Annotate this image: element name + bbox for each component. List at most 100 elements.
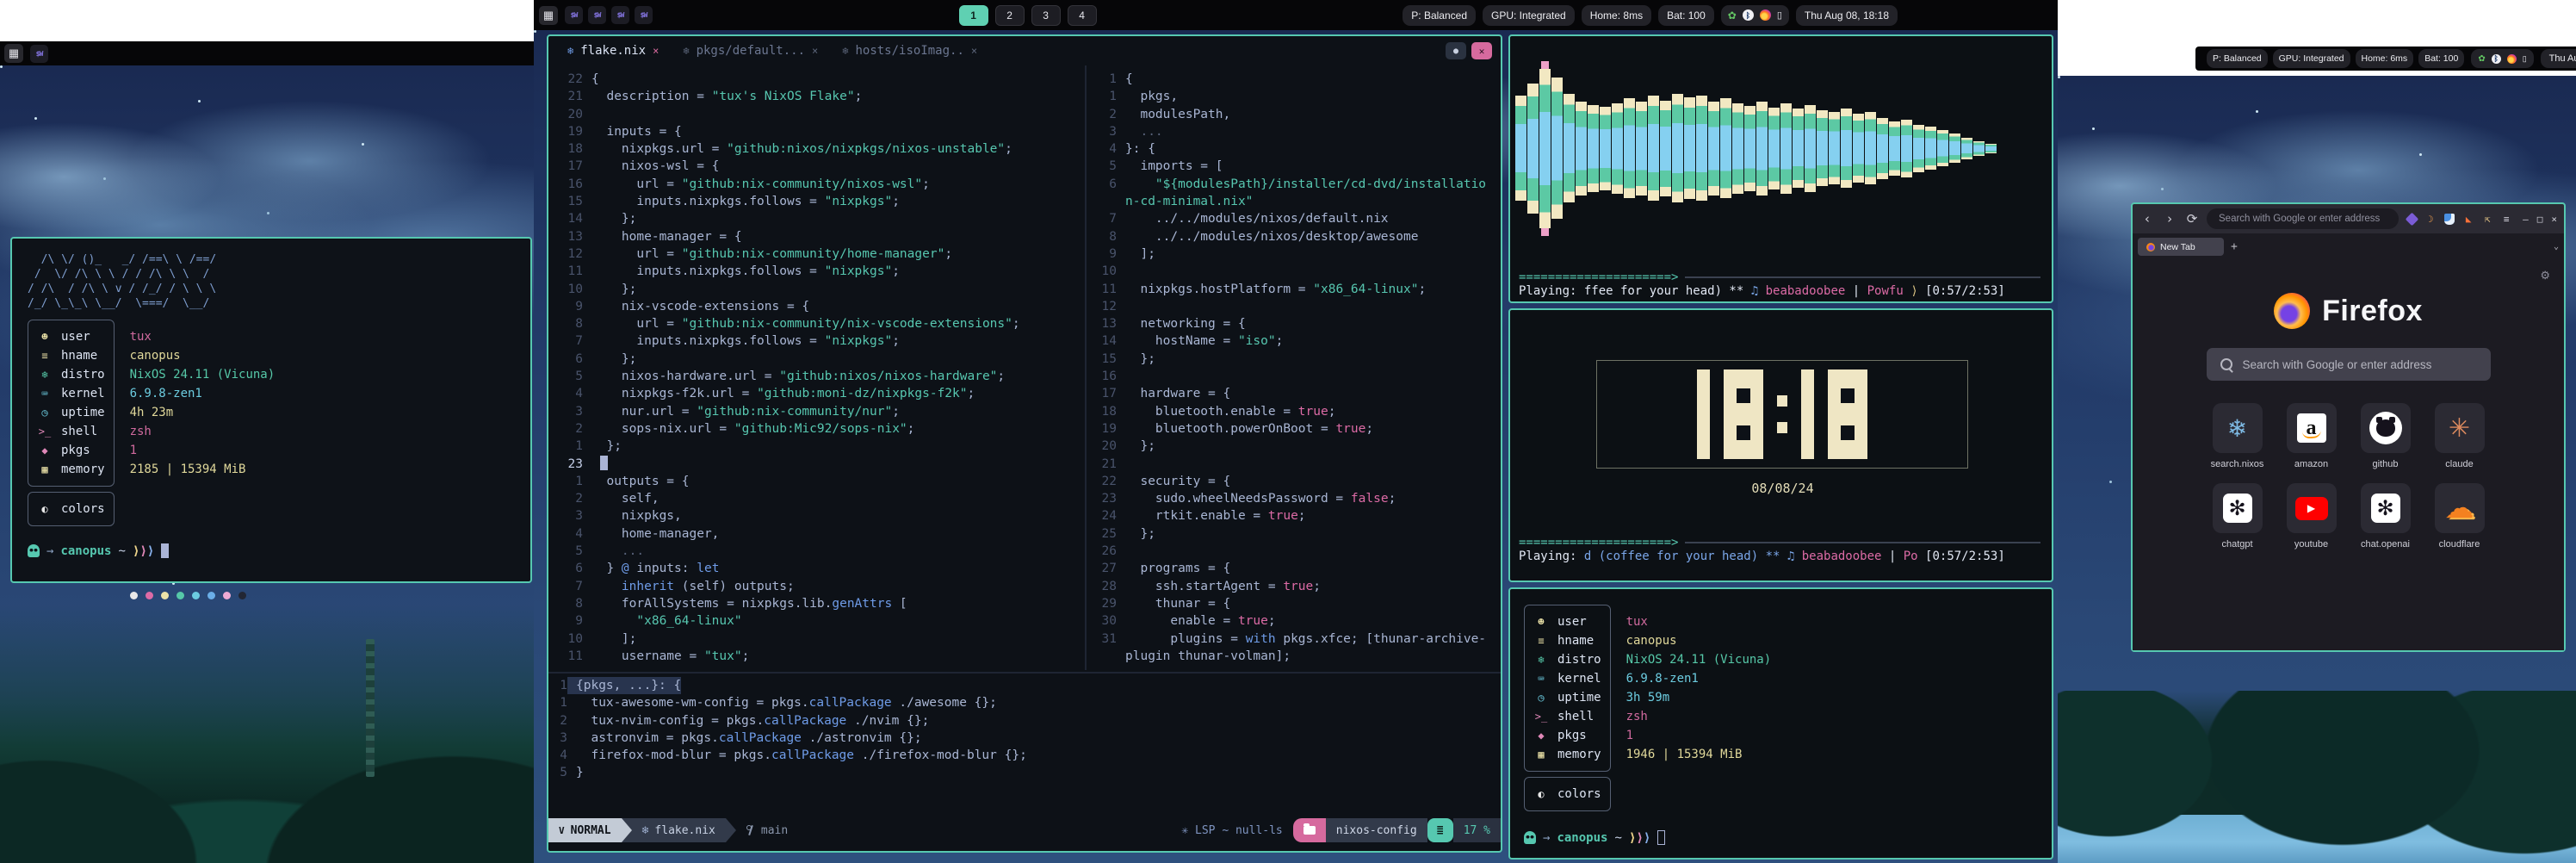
shortcut-tile[interactable]: ▶ — [2287, 483, 2337, 533]
status-pill: P: Balanced — [2207, 49, 2268, 68]
shell-prompt[interactable]: →canopus~⟩⟩⟩ — [1524, 830, 2038, 845]
shortcut-label: chatgpt — [2221, 539, 2252, 549]
workspace-button-2[interactable]: 2 — [995, 5, 1025, 26]
app-launcher-icon[interactable]: $W — [611, 6, 629, 24]
code-line: 16 — [1091, 368, 1497, 385]
editor-pane-pkgs[interactable]: 1{pkgs, ...}: {1 tux-awesome-wm-config =… — [554, 677, 1497, 789]
app-launcher-icon[interactable]: $W — [635, 6, 653, 24]
shortcut-claude[interactable]: ✳claude — [2435, 403, 2485, 469]
phone-icon: ▯ — [1777, 9, 1782, 21]
clock-widget[interactable]: Thu Aug 08, 18:18 — [1796, 5, 1898, 26]
app-launcher-icon[interactable]: $W — [30, 45, 48, 63]
fetch-pkgs-icon: ◆ — [37, 444, 53, 456]
sidebery-icon[interactable]: ⇱ — [2481, 213, 2493, 225]
cava-bar — [1660, 101, 1671, 196]
workspace-button-1[interactable]: 1 — [959, 5, 988, 26]
maximize-button[interactable]: □ — [2537, 214, 2543, 225]
code-text: thunar = { — [1117, 595, 1230, 612]
gear-icon[interactable]: ⚙ — [2540, 269, 2550, 282]
extension-icon[interactable] — [2406, 213, 2418, 225]
line-number: 5 — [554, 368, 583, 385]
bluetooth-icon: ᛒ — [2492, 54, 2501, 64]
tab-close-icon[interactable]: × — [971, 45, 977, 57]
tab-close-icon[interactable]: × — [653, 45, 659, 57]
code-line: 10 }; — [554, 281, 1081, 298]
line-number: 10 — [554, 281, 583, 298]
shortcut-cloudflare[interactable]: ☁cloudflare — [2435, 483, 2485, 549]
record-button[interactable]: ● — [1446, 42, 1466, 59]
url-bar[interactable]: Search with Google or enter address — [2207, 208, 2399, 229]
code-text: astronvim = pkgs.callPackage ./astronvim… — [567, 730, 922, 747]
shortcut-chat-openai[interactable]: ✻chat.openai — [2361, 483, 2411, 549]
menu-icon[interactable]: ▦ — [4, 44, 23, 63]
shortcut-github[interactable]: github — [2361, 403, 2411, 469]
terminal-window-left[interactable]: /\ \/ ()_ _/ /==\ \ /==/ / \/ /\ \ \ / /… — [10, 237, 532, 583]
menu-hamburger-icon[interactable]: ≡ — [2500, 213, 2512, 225]
editor-tab-pkgs-default-[interactable]: ❄pkgs/default...× — [672, 40, 828, 62]
shortcut-label: search.nixos — [2211, 459, 2264, 469]
network-icon: ✿ — [2478, 54, 2485, 64]
shortcut-tile[interactable]: ❄ — [2213, 403, 2263, 453]
pane-divider-horizontal[interactable] — [548, 672, 1501, 674]
close-button[interactable]: × — [2551, 214, 2557, 225]
line-number: 10 — [554, 630, 583, 648]
shortcut-chatgpt[interactable]: ✻ chatgpt — [2213, 483, 2263, 549]
editor-tab-flake-nix[interactable]: ❄flake.nix× — [557, 40, 669, 62]
code-line: 7 inherit (self) outputs; — [554, 578, 1081, 595]
back-button[interactable]: ‹ — [2139, 211, 2155, 227]
forward-button[interactable]: › — [2162, 211, 2177, 227]
code-text: nixos-hardware.url = "github:nixos/nixos… — [583, 368, 1005, 385]
shortcut-tile[interactable]: ✳ — [2435, 403, 2485, 453]
editor-tab-hosts-isoImag-[interactable]: ❄hosts/isoImag..× — [832, 40, 988, 62]
clock-widget[interactable]: Thu Aug 08, 18:39 — [2541, 49, 2576, 68]
cava-terminal[interactable]: =====================> Playing: ffee for… — [1508, 34, 2053, 303]
shortcut-tile[interactable] — [2361, 403, 2411, 453]
code-text: }; — [583, 438, 622, 455]
shortcut-tile[interactable]: ✻ — [2213, 483, 2263, 533]
nix-file-icon: ❄ — [683, 45, 689, 57]
firefox-window[interactable]: ‹ › ⟳ Search with Google or enter addres… — [2131, 202, 2566, 652]
code-line: 10 ]; — [554, 630, 1081, 648]
dark-reader-icon[interactable]: ☽ — [2424, 213, 2437, 225]
workspace-button-4[interactable]: 4 — [1068, 5, 1097, 26]
code-line: 21 — [1091, 456, 1497, 473]
shortcut-tile[interactable]: ✻ — [2361, 483, 2411, 533]
shortcut-tile[interactable]: ☁ — [2435, 483, 2485, 533]
tab-close-icon[interactable]: × — [812, 45, 818, 57]
editor-pane-flake[interactable]: 22{21 description = "tux's NixOS Flake";… — [554, 71, 1081, 670]
palette-dot — [192, 592, 200, 599]
code-line: 3 astronvim = pkgs.callPackage ./astronv… — [554, 730, 1497, 747]
status-pill: Bat: 100 — [2418, 49, 2464, 68]
fetch-label-row: ☻user — [1533, 612, 1601, 631]
close-buffer-button[interactable]: ✕ — [1471, 42, 1492, 59]
neovim-window[interactable]: ❄flake.nix×❄pkgs/default...×❄hosts/isoIm… — [547, 34, 1502, 853]
line-number: 3 — [554, 403, 583, 420]
cava-bar — [1551, 78, 1563, 219]
new-tab-button[interactable]: + — [2231, 240, 2238, 253]
list-tabs-button[interactable]: ⌄ — [2554, 242, 2559, 251]
app-launcher-icon[interactable]: $W — [565, 6, 583, 24]
workspace-button-3[interactable]: 3 — [1031, 5, 1061, 26]
code-line: 14 hostName = "iso"; — [1091, 332, 1497, 350]
shortcut-youtube[interactable]: ▶youtube — [2287, 483, 2337, 549]
tab-new-tab[interactable]: New Tab — [2138, 238, 2224, 256]
shortcut-amazon[interactable]: aamazon — [2287, 403, 2337, 469]
reload-button[interactable]: ⟳ — [2184, 211, 2200, 227]
shield-extension-icon[interactable] — [2443, 213, 2455, 225]
newtab-search-bar[interactable]: Search with Google or enter address — [2207, 348, 2491, 381]
fetch-terminal[interactable]: ☻user≡hname❄distro⌨kernel◷uptime>_shell◆… — [1508, 587, 2053, 860]
clock-terminal[interactable]: 08/08/24 =====================> Playing:… — [1508, 308, 2053, 582]
minimize-button[interactable]: – — [2523, 214, 2529, 225]
code-line: 15 }; — [1091, 351, 1497, 368]
editor-pane-iso[interactable]: 1{1 pkgs,2 modulesPath,3 ...4}: {5 impor… — [1091, 71, 1497, 670]
menu-icon[interactable]: ▦ — [539, 6, 558, 25]
code-line: 2 tux-nvim-config = pkgs.callPackage ./n… — [554, 712, 1497, 730]
metamask-icon[interactable]: ◣ — [2462, 213, 2474, 225]
shortcut-tile[interactable]: a — [2287, 403, 2337, 453]
pane-divider-vertical[interactable] — [1085, 65, 1087, 670]
line-number: 9 — [554, 298, 583, 315]
app-launcher-icon[interactable]: $W — [588, 6, 606, 24]
shortcut-search-nixos[interactable]: ❄ search.nixos — [2213, 403, 2263, 469]
code-line: 29 thunar = { — [1091, 595, 1497, 612]
cava-bar — [1672, 94, 1683, 202]
